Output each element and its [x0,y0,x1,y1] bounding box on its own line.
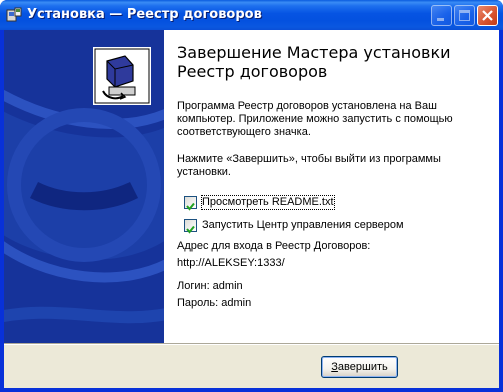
minimize-button[interactable] [431,5,452,26]
login-text: Логин: admin [177,280,243,292]
title-bar[interactable]: Установка — Реестр договоров [0,0,503,30]
address-label: Адрес для входа в Реестр Договоров: [177,240,371,252]
close-button[interactable] [477,5,498,26]
page-title: Завершение Мастера установки Реестр дого… [177,43,451,81]
setup-icon [6,7,22,22]
computer-box-icon [93,47,151,105]
window-title: Установка — Реестр договоров [27,7,262,22]
finish-button[interactable]: Завершить [321,356,398,378]
credentials-block: Логин: admin Пароль: admin [177,280,477,310]
readme-checkbox[interactable] [184,196,197,211]
wizard-content: Завершение Мастера установки Реестр дого… [164,30,499,343]
wizard-body: Завершение Мастера установки Реестр дого… [4,30,499,388]
installer-window: Установка — Реестр договоров Завершение … [0,0,503,392]
checkmark-icon [186,225,195,234]
checkmark-icon [186,202,195,211]
address-block: Адрес для входа в Реестр Договоров: http… [177,240,477,270]
minimize-icon [437,18,444,21]
address-value: http://ALEKSEY:1333/ [177,257,285,269]
server-center-checkbox-label[interactable]: Запустить Центр управления сервером [202,219,404,232]
finish-instruction-text: Нажмите «Завершить», чтобы выйти из прог… [177,153,441,178]
password-text: Пароль: admin [177,297,252,309]
maximize-button[interactable] [454,5,475,26]
close-icon [482,10,493,21]
window-border-bottom [0,388,503,392]
sidebar-banner [4,30,164,343]
maximize-icon [459,10,470,21]
server-center-checkbox[interactable] [184,219,197,234]
window-border-right [499,30,503,392]
install-complete-text: Программа Реестр договоров установлена н… [177,100,453,138]
footer-separator [4,343,499,345]
readme-checkbox-label[interactable]: Просмотреть README.txt [201,195,335,210]
